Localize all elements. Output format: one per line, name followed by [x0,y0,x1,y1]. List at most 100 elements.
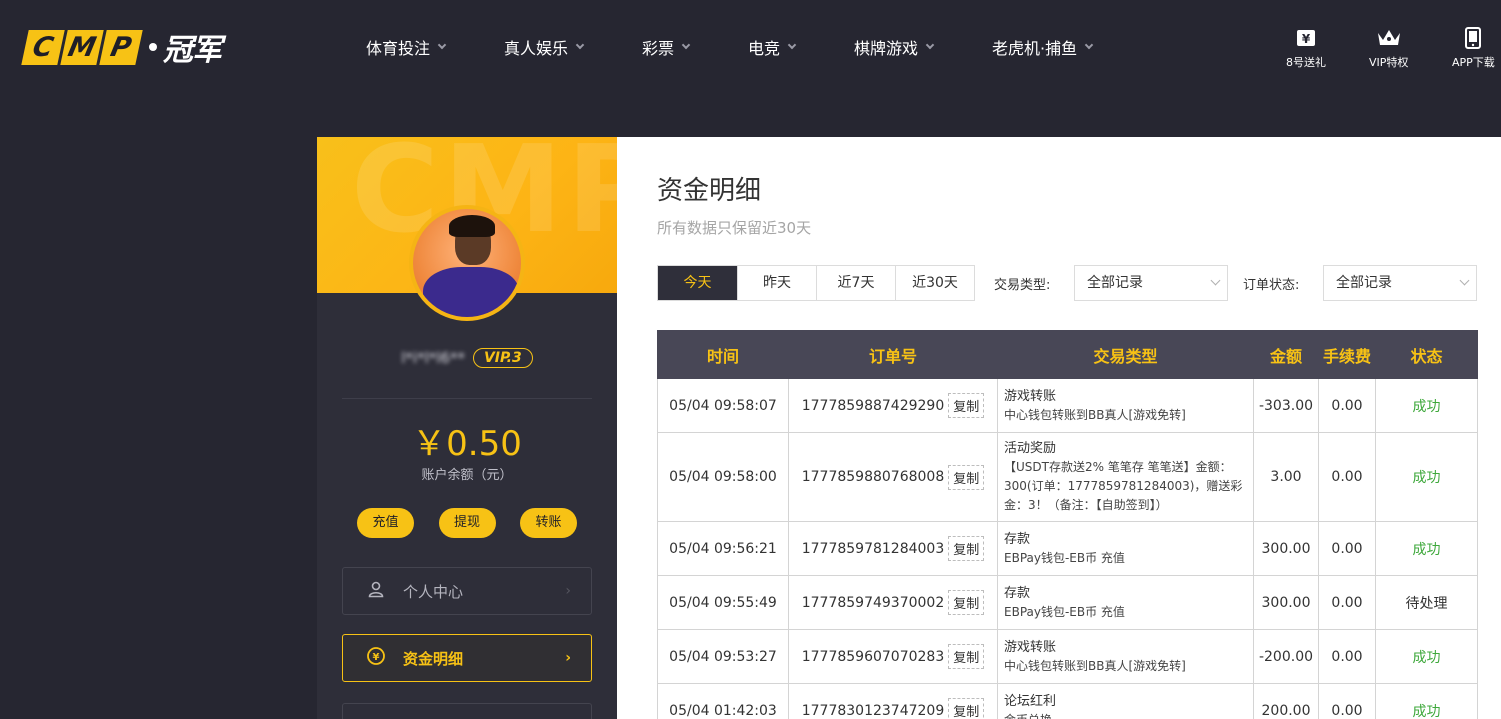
sidebar-item-label: 资金明细 [403,649,464,668]
top-icon-bar: ¥ 8号送礼 VIP特权 APP下载 [0,27,1501,72]
cell-order: 1777859749370002 复制 [788,575,998,630]
fund-details-panel: 资金明细 所有数据只保留近30天 今天 昨天 近7天 近30天 交易类型: 全部… [617,137,1501,719]
copy-button[interactable]: 复制 [948,536,985,561]
cell-fee: 0.00 [1318,683,1376,719]
type-name: 存款 [1004,531,1031,547]
copy-button[interactable]: 复制 [948,698,985,719]
account-sidebar: CMP l*i*l*l6** VIP.3 ￥0.50 账户余额（元） 充值 提现… [317,137,617,719]
user-icon [365,580,387,602]
cell-status: 成功 [1375,683,1478,719]
type-name: 存款 [1004,585,1031,601]
cell-order: 1777830123747209 复制 [788,683,998,719]
username-row: l*i*l*l6** VIP.3 [317,345,617,371]
cell-status: 待处理 [1375,575,1478,630]
tab-last-7-days[interactable]: 近7天 [816,266,895,300]
wallet-actions: 充值 提现 转账 [357,508,577,538]
page-title: 资金明细 [657,176,762,206]
svg-text:¥: ¥ [1302,32,1311,46]
username: l*i*l*l6** [401,349,465,367]
transactions-table: 时间 订单号 交易类型 金额 手续费 状态 05/04 09:58:07 177… [657,330,1478,719]
copy-button[interactable]: 复制 [948,590,985,615]
type-name: 游戏转账 [1004,388,1057,404]
sidebar-item-next[interactable] [342,703,592,719]
cell-amount: -303.00 [1253,378,1319,433]
type-name: 游戏转账 [1004,639,1057,655]
type-name: 活动奖励 [1004,441,1057,456]
sidebar-item-profile[interactable]: 个人中心 › [342,567,592,615]
table-row: 05/04 01:42:03 1777830123747209复制 论坛红利金币… [657,683,1478,719]
select-value: 全部记录 [1336,275,1392,291]
crown-icon [1376,27,1402,49]
order-status-select[interactable]: 全部记录 [1323,265,1477,301]
vip-badge[interactable]: VIP.3 [472,348,533,368]
transfer-button[interactable]: 转账 [520,508,577,538]
tab-yesterday[interactable]: 昨天 [737,266,816,300]
type-detail: 金币兑换 [1004,711,1247,719]
copy-button[interactable]: 复制 [948,393,985,418]
type-detail: 【USDT存款送2% 笔笔存 笔笔送】金额：300(订单：17778597812… [1004,460,1243,512]
column-header-status: 状态 [1375,330,1478,379]
cell-amount: 300.00 [1253,575,1319,630]
withdraw-button[interactable]: 提现 [438,508,496,538]
column-header-time: 时间 [657,330,789,379]
app-download-link[interactable]: APP下载 [1452,27,1495,70]
divider [342,398,592,399]
chevron-down-icon [1459,275,1470,286]
type-detail: 中心钱包转账到BB真人[游戏免转] [1004,658,1186,673]
select-value: 全部记录 [1087,275,1143,291]
order-number: 1777859880768008 [801,469,945,485]
table-header-row: 时间 订单号 交易类型 金额 手续费 状态 [657,330,1478,379]
status-badge: 成功 [1412,649,1441,666]
sidebar-item-fund-details[interactable]: ¥ 资金明细 › [342,634,592,682]
cell-fee: 0.00 [1318,521,1376,576]
cell-status: 成功 [1375,432,1478,522]
table-row: 05/04 09:58:00 1777859880768008 复制 活动奖励 【U… [657,432,1478,522]
svg-text:¥: ¥ [373,652,380,663]
status-badge: 成功 [1412,703,1441,719]
vip-privilege-label: VIP特权 [1369,56,1409,69]
order-number: 1777830123747209 [801,702,945,719]
avatar[interactable] [409,205,525,321]
status-badge: 成功 [1412,470,1441,486]
cell-type: 游戏转账中心钱包转账到BB真人[游戏免转] [997,629,1254,684]
date-range-tabs: 今天 昨天 近7天 近30天 [657,265,975,301]
cell-status: 成功 [1375,378,1478,433]
tab-today[interactable]: 今天 [658,266,737,300]
cell-type: 论坛红利金币兑换 [997,683,1254,719]
status-badge: 成功 [1412,398,1441,415]
order-number: 1777859749370002 [801,594,945,611]
tab-last-30-days[interactable]: 近30天 [895,266,974,300]
status-badge: 待处理 [1405,595,1448,612]
balance-label: 账户余额（元） [421,468,513,483]
table-row: 05/04 09:56:21 1777859781284003 复制 存款 EBPa… [657,521,1478,576]
chevron-down-icon [1210,275,1221,286]
deposit-button[interactable]: 充值 [357,508,414,538]
cell-type: 活动奖励【USDT存款送2% 笔笔存 笔笔送】金额：300(订单：1777859… [997,432,1254,522]
order-status-label: 订单状态: [1243,278,1300,293]
sidebar-item-label: 个人中心 [403,582,464,601]
column-header-amount: 金额 [1253,330,1319,379]
copy-button[interactable]: 复制 [948,464,985,490]
cell-fee: 0.00 [1318,432,1376,522]
copy-button[interactable]: 复制 [948,644,985,669]
table-row: 05/04 09:55:49 1777859749370002 复制 存款 EBPa… [657,575,1478,630]
chevron-right-icon: › [565,650,571,666]
cell-order: 1777859880768008 复制 [788,432,998,522]
transaction-type-label: 交易类型: [994,278,1051,293]
app-download-label: APP下载 [1452,56,1495,69]
gift-promo-link[interactable]: ¥ 8号送礼 [1286,27,1326,70]
column-header-order: 订单号 [788,330,998,379]
transaction-type-select[interactable]: 全部记录 [1074,265,1228,301]
cell-time: 05/04 09:56:21 [657,521,789,576]
cell-time: 05/04 09:58:07 [657,378,789,433]
cell-type: 存款 EBPay钱包-EB币 充值 [997,521,1254,576]
type-detail: EBPay钱包-EB币 充值 [1004,550,1125,565]
cell-status: 成功 [1375,521,1478,576]
order-number: 1777859781284003 [801,540,945,557]
cell-order: 1777859781284003 复制 [788,521,998,576]
vip-privilege-link[interactable]: VIP特权 [1369,27,1408,70]
status-badge: 成功 [1412,541,1441,558]
cell-type: 存款 EBPay钱包-EB币 充值 [997,575,1254,630]
order-number: 1777859887429290 [801,397,945,414]
cell-time: 05/04 09:53:27 [657,629,789,684]
